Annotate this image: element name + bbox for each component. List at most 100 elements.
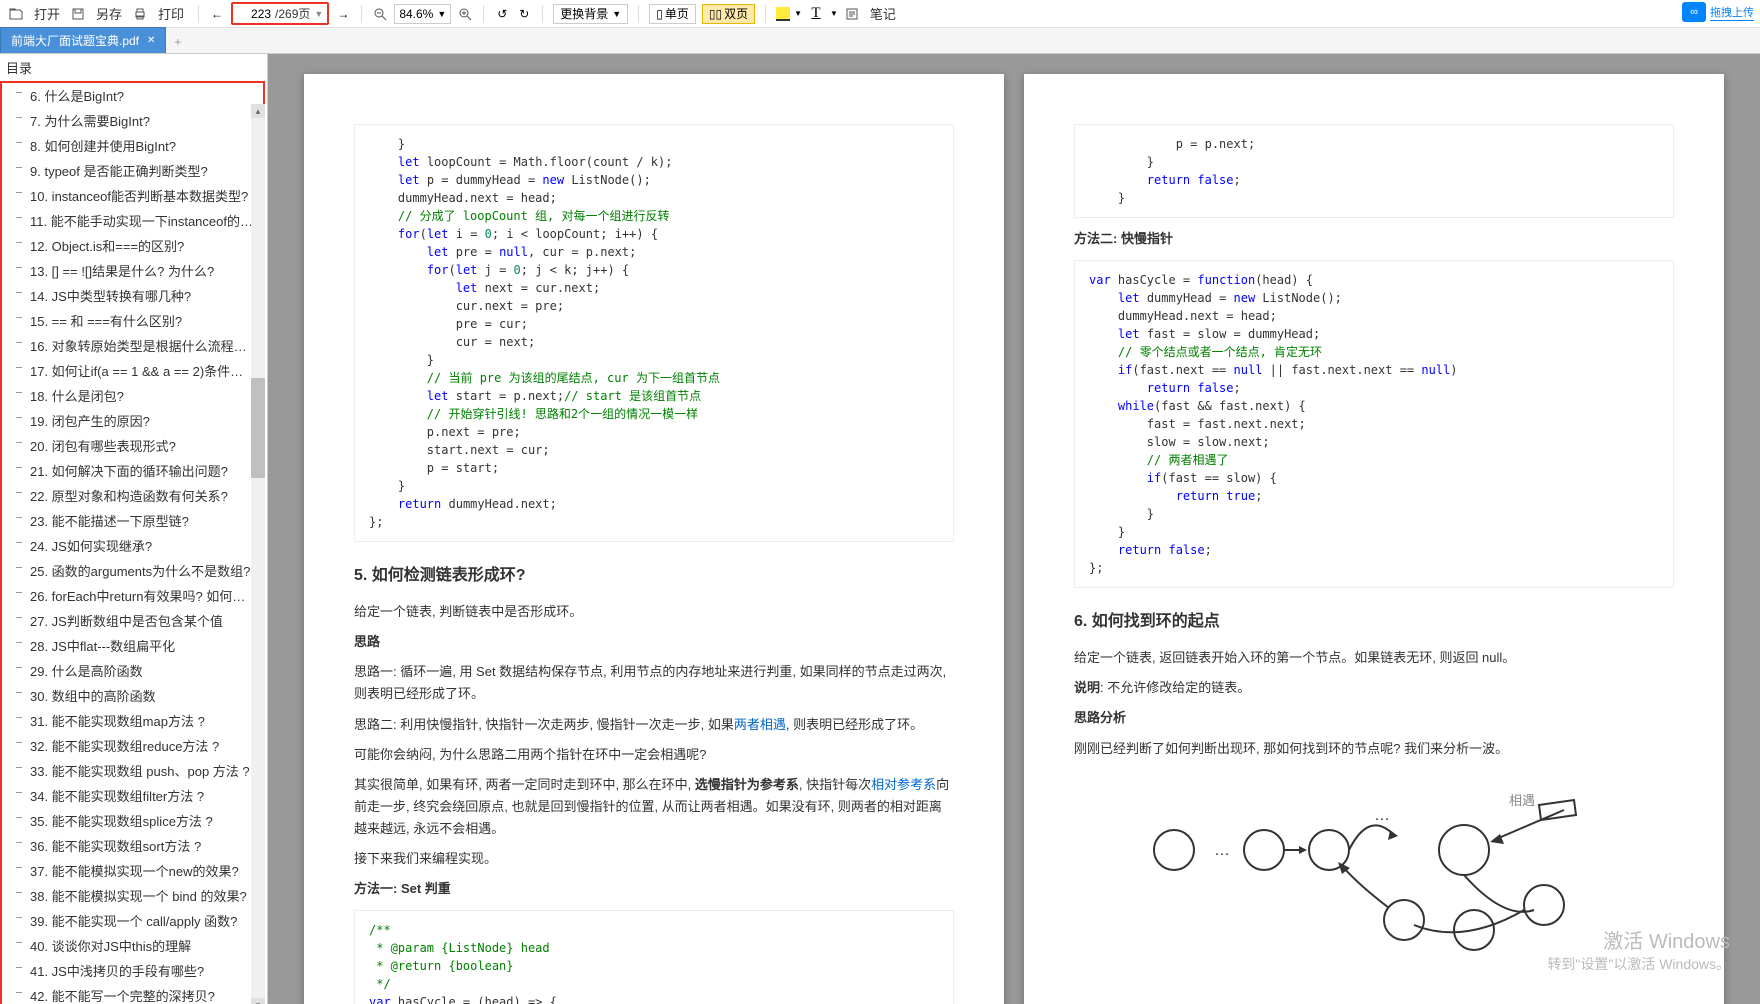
toc-item[interactable]: 12. Object.is和===的区别? <box>2 233 263 258</box>
paragraph: 可能你会纳闷, 为什么思路二用两个指针在环中一定会相遇呢? <box>354 744 954 766</box>
main-toolbar: 打开 另存 打印 ← /269页 ▼ → 84.6%▼ ↺ ↻ 更换背景▼ ▯单… <box>0 0 1760 28</box>
scroll-down-icon[interactable]: ▾ <box>251 998 265 1004</box>
subheading: 方法一: Set 判重 <box>354 878 954 900</box>
heading-q5: 5. 如何检测链表形成环? <box>354 562 954 589</box>
toc-item[interactable]: 34. 能不能实现数组filter方法 ? <box>2 783 263 808</box>
toc-item[interactable]: 14. JS中类型转换有哪几种? <box>2 283 263 308</box>
toc-item[interactable]: 42. 能不能写一个完整的深拷贝? <box>2 983 263 1004</box>
prev-page-icon[interactable]: ← <box>209 6 225 22</box>
toc-item[interactable]: 41. JS中浅拷贝的手段有哪些? <box>2 958 263 983</box>
chevron-down-icon: ▼ <box>437 9 446 19</box>
new-tab-button[interactable]: + <box>166 31 189 53</box>
note-button[interactable]: 笔记 <box>866 4 900 23</box>
sidebar-title: 目录 <box>0 54 267 81</box>
double-label: 双页 <box>724 5 748 22</box>
toc-item[interactable]: 29. 什么是高阶函数 <box>2 658 263 683</box>
toc-item[interactable]: 7. 为什么需要BigInt? <box>2 108 263 133</box>
toc-item[interactable]: 35. 能不能实现数组splice方法 ? <box>2 808 263 833</box>
highlight-dropdown-icon[interactable]: ▼ <box>794 9 802 18</box>
toc-item[interactable]: 8. 如何创建并使用BigInt? <box>2 133 263 158</box>
page-input[interactable] <box>237 7 271 21</box>
separator <box>198 5 199 23</box>
toc-item[interactable]: 27. JS判断数组中是否包含某个值 <box>2 608 263 633</box>
paragraph: 其实很简单, 如果有环, 两者一定同时走到环中, 那么在环中, 选慢指针为参考系… <box>354 774 954 840</box>
rotate-right-icon[interactable]: ↻ <box>516 6 532 22</box>
print-button[interactable]: 打印 <box>154 4 188 23</box>
saveas-icon[interactable] <box>70 6 86 22</box>
content-area[interactable]: } let loopCount = Math.floor(count / k);… <box>268 54 1760 1004</box>
open-icon[interactable] <box>8 6 24 22</box>
toc-item[interactable]: 31. 能不能实现数组map方法 ? <box>2 708 263 733</box>
toc-item[interactable]: 9. typeof 是否能正确判断类型? <box>2 158 263 183</box>
code-block: } let loopCount = Math.floor(count / k);… <box>354 124 954 542</box>
sidebar-scrollbar[interactable]: ▴ ▾ <box>251 118 265 998</box>
toc-item[interactable]: 25. 函数的arguments为什么不是数组? <box>2 558 263 583</box>
toc-item[interactable]: 40. 谈谈你对JS中this的理解 <box>2 933 263 958</box>
toc-item[interactable]: 28. JS中flat---数组扁平化 <box>2 633 263 658</box>
text-dropdown-icon[interactable]: ▼ <box>830 9 838 18</box>
note-icon[interactable] <box>844 6 860 22</box>
cloud-icon[interactable]: ∞ <box>1682 2 1706 22</box>
toc-item[interactable]: 19. 闭包产生的原因? <box>2 408 263 433</box>
toc-item[interactable]: 21. 如何解决下面的循环输出问题? <box>2 458 263 483</box>
zoom-value: 84.6% <box>399 7 433 21</box>
print-icon[interactable] <box>132 6 148 22</box>
toc-item[interactable]: 33. 能不能实现数组 push、pop 方法 ? <box>2 758 263 783</box>
rotate-left-icon[interactable]: ↺ <box>494 6 510 22</box>
subheading: 方法二: 快慢指针 <box>1074 228 1674 250</box>
toc-item[interactable]: 38. 能不能模拟实现一个 bind 的效果? <box>2 883 263 908</box>
cloud-upload-link[interactable]: 拖拽上传 <box>1710 4 1754 21</box>
table-of-contents[interactable]: 6. 什么是BigInt?7. 为什么需要BigInt?8. 如何创建并使用Bi… <box>2 83 263 1004</box>
toc-item[interactable]: 13. [] == ![]结果是什么? 为什么? <box>2 258 263 283</box>
toc-item[interactable]: 18. 什么是闭包? <box>2 383 263 408</box>
tab-title: 前端大厂面试题宝典.pdf <box>11 32 139 49</box>
document-tab[interactable]: 前端大厂面试题宝典.pdf ✕ <box>0 27 166 53</box>
toc-item[interactable]: 32. 能不能实现数组reduce方法 ? <box>2 733 263 758</box>
page-left: } let loopCount = Math.floor(count / k);… <box>304 74 1004 1004</box>
toc-item[interactable]: 24. JS如何实现继承? <box>2 533 263 558</box>
code-block: p = p.next; } return false; } <box>1074 124 1674 218</box>
single-page-button[interactable]: ▯单页 <box>649 4 696 24</box>
zoom-in-icon[interactable] <box>457 6 473 22</box>
separator <box>483 5 484 23</box>
toc-item[interactable]: 6. 什么是BigInt? <box>2 83 263 108</box>
toc-item[interactable]: 37. 能不能模拟实现一个new的效果? <box>2 858 263 883</box>
toc-item[interactable]: 26. forEach中return有效果吗? 如何中断? <box>2 583 263 608</box>
chevron-down-icon: ▼ <box>612 9 621 19</box>
double-page-icon: ▯▯ <box>709 7 722 21</box>
next-page-icon[interactable]: → <box>335 6 351 22</box>
zoom-select[interactable]: 84.6% ▼ <box>394 4 451 24</box>
saveas-button[interactable]: 另存 <box>92 4 126 23</box>
sidebar: 目录 6. 什么是BigInt?7. 为什么需要BigInt?8. 如何创建并使… <box>0 54 268 1004</box>
toc-item[interactable]: 15. == 和 ===有什么区别? <box>2 308 263 333</box>
single-page-icon: ▯ <box>656 7 663 21</box>
double-page-button[interactable]: ▯▯双页 <box>702 4 755 24</box>
paragraph: 给定一个链表, 返回链表开始入环的第一个节点。如果链表无环, 则返回 null。 <box>1074 647 1674 669</box>
toc-item[interactable]: 23. 能不能描述一下原型链? <box>2 508 263 533</box>
page-right: p = p.next; } return false; } 方法二: 快慢指针 … <box>1024 74 1724 1004</box>
dropdown-icon[interactable]: ▼ <box>314 9 323 19</box>
tab-bar: 前端大厂面试题宝典.pdf ✕ + <box>0 28 1760 54</box>
toc-item[interactable]: 10. instanceof能否判断基本数据类型? <box>2 183 263 208</box>
toc-item[interactable]: 17. 如何让if(a == 1 && a == 2)条件成立? <box>2 358 263 383</box>
subheading: 思路 <box>354 631 954 653</box>
scroll-up-icon[interactable]: ▴ <box>251 104 265 118</box>
highlight-icon[interactable] <box>776 7 790 21</box>
toc-item[interactable]: 22. 原型对象和构造函数有何关系? <box>2 483 263 508</box>
close-icon[interactable]: ✕ <box>147 35 155 46</box>
toc-item[interactable]: 20. 闭包有哪些表现形式? <box>2 433 263 458</box>
toc-item[interactable]: 39. 能不能实现一个 call/apply 函数? <box>2 908 263 933</box>
background-select[interactable]: 更换背景▼ <box>553 4 628 24</box>
separator <box>638 5 639 23</box>
zoom-out-icon[interactable] <box>372 6 388 22</box>
toc-item[interactable]: 30. 数组中的高阶函数 <box>2 683 263 708</box>
toc-item[interactable]: 36. 能不能实现数组sort方法 ? <box>2 833 263 858</box>
separator <box>542 5 543 23</box>
toc-item[interactable]: 16. 对象转原始类型是根据什么流程运行的? <box>2 333 263 358</box>
linked-list-diagram: … … 相遇 <box>1074 790 1674 960</box>
open-button[interactable]: 打开 <box>30 4 64 23</box>
paragraph: 说明: 不允许修改给定的链表。 <box>1074 677 1674 699</box>
scrollbar-thumb[interactable] <box>251 378 265 478</box>
toc-item[interactable]: 11. 能不能手动实现一下instanceof的功能? <box>2 208 263 233</box>
text-tool-icon[interactable]: T <box>808 6 824 22</box>
